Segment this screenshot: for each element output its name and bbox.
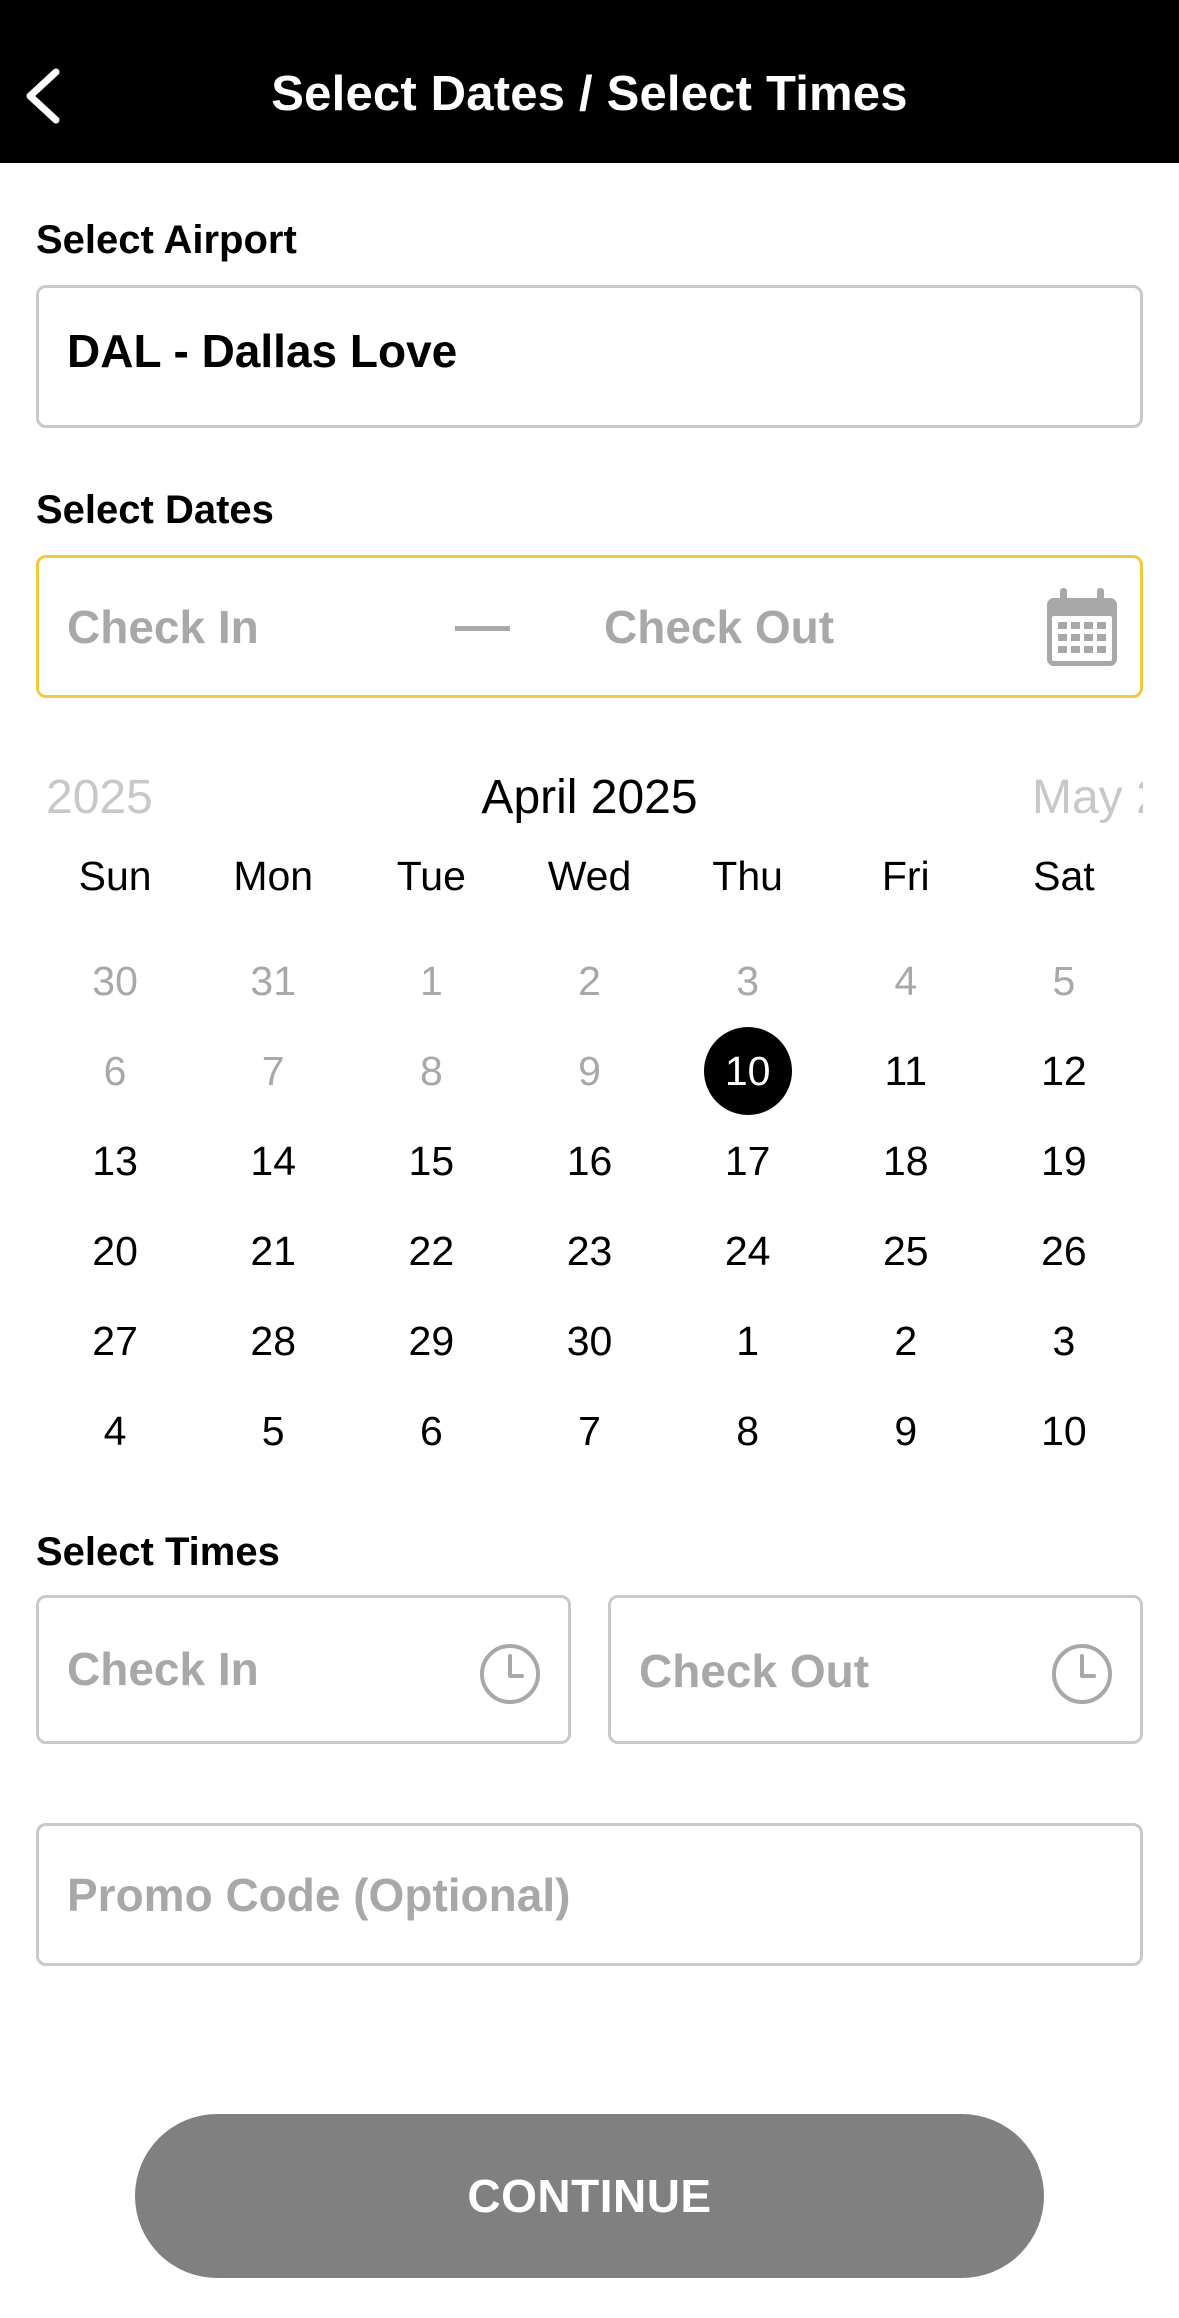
calendar-grid: Sun Mon Tue Wed Thu Fri Sat 30 31 1 2 3 … xyxy=(36,846,1143,1476)
calendar-day[interactable]: 22 xyxy=(352,1206,510,1296)
weekday-label: Wed xyxy=(547,853,632,899)
calendar-day-disabled: 4 xyxy=(894,958,918,1004)
calendar-day-disabled: 6 xyxy=(103,1048,127,1094)
calendar-day[interactable]: 1 xyxy=(669,1296,827,1386)
promo-code-placeholder: Promo Code (Optional) xyxy=(67,1869,571,1921)
calendar-day[interactable]: 26 xyxy=(985,1206,1143,1296)
calendar-day[interactable]: 6 xyxy=(352,1386,510,1476)
calendar-day-disabled: 30 xyxy=(92,958,138,1004)
weekday-label: Fri xyxy=(881,853,930,899)
current-month-title: April 2025 xyxy=(481,771,698,824)
next-month[interactable]: May 2 xyxy=(1032,770,1143,825)
check-out-time-field[interactable]: Check Out xyxy=(608,1595,1143,1744)
calendar-day[interactable]: 15 xyxy=(352,1116,510,1206)
calendar-day[interactable]: 11 xyxy=(827,1026,985,1116)
calendar-day[interactable]: 2 xyxy=(827,1296,985,1386)
check-in-time-field[interactable]: Check In xyxy=(36,1595,571,1744)
calendar-day[interactable]: 13 xyxy=(36,1116,194,1206)
calendar-day[interactable]: 17 xyxy=(669,1116,827,1206)
check-in-time-placeholder: Check In xyxy=(67,1643,259,1695)
calendar-day-disabled: 7 xyxy=(261,1048,285,1094)
calendar-day[interactable]: 4 xyxy=(36,1386,194,1476)
weekday-label: Thu xyxy=(712,853,783,899)
continue-button[interactable]: CONTINUE xyxy=(135,2114,1044,2278)
calendar-week: 20 21 22 23 24 25 26 xyxy=(36,1206,1143,1296)
calendar-day[interactable]: 21 xyxy=(194,1206,352,1296)
weekday-label: Tue xyxy=(396,853,466,899)
calendar-day[interactable]: 16 xyxy=(510,1116,668,1206)
weekday-label: Sat xyxy=(1033,853,1095,899)
calendar-day[interactable]: 3 xyxy=(985,1296,1143,1386)
calendar-day[interactable]: 9 xyxy=(827,1386,985,1476)
calendar-day[interactable]: 30 xyxy=(510,1296,668,1386)
airport-value: DAL - Dallas Love xyxy=(67,325,458,377)
calendar-day[interactable]: 20 xyxy=(36,1206,194,1296)
calendar-day[interactable]: 5 xyxy=(194,1386,352,1476)
promo-code-input[interactable]: Promo Code (Optional) xyxy=(36,1823,1143,1966)
calendar-day[interactable]: 14 xyxy=(194,1116,352,1206)
calendar-day-disabled: 2 xyxy=(578,958,601,1004)
calendar-day[interactable]: 23 xyxy=(510,1206,668,1296)
check-in-date-placeholder: Check In xyxy=(67,601,259,653)
check-out-time-placeholder: Check Out xyxy=(639,1645,870,1697)
top-nav-bar: Select Dates / Select Times xyxy=(0,0,1179,163)
calendar-day[interactable]: 28 xyxy=(194,1296,352,1386)
calendar-day-disabled: 8 xyxy=(419,1048,443,1094)
calendar-week: 13 14 15 16 17 18 19 xyxy=(36,1116,1143,1206)
select-airport-label: Select Airport xyxy=(36,218,297,262)
calendar-day[interactable]: 7 xyxy=(510,1386,668,1476)
clock-icon xyxy=(1052,1644,1112,1704)
page-title: Select Dates / Select Times xyxy=(271,67,908,121)
calendar-day[interactable]: 25 xyxy=(827,1206,985,1296)
weekday-label: Mon xyxy=(233,853,314,899)
select-times-label: Select Times xyxy=(36,1530,280,1574)
date-range-separator xyxy=(455,626,510,631)
month-navigation: h 2025 April 2025 May 2 xyxy=(36,770,1143,840)
calendar-day[interactable]: 19 xyxy=(985,1116,1143,1206)
airport-field[interactable]: DAL - Dallas Love xyxy=(36,285,1143,428)
calendar-day-disabled: 5 xyxy=(1052,958,1076,1004)
calendar-day[interactable]: 18 xyxy=(827,1116,985,1206)
weekday-header-row: Sun Mon Tue Wed Thu Fri Sat xyxy=(36,846,1143,906)
calendar-week: 4 5 6 7 8 9 10 xyxy=(36,1386,1143,1476)
calendar-day[interactable]: 24 xyxy=(669,1206,827,1296)
calendar-day-disabled: 3 xyxy=(736,958,760,1004)
date-range-field[interactable]: Check In Check Out xyxy=(36,555,1143,698)
calendar-day[interactable]: 8 xyxy=(669,1386,827,1476)
calendar-week: 6 7 8 9 10 11 12 xyxy=(36,1026,1143,1116)
calendar-icon xyxy=(1047,588,1117,666)
calendar-day[interactable]: 10 xyxy=(985,1386,1143,1476)
calendar-day[interactable]: 27 xyxy=(36,1296,194,1386)
calendar-week: 30 31 1 2 3 4 5 xyxy=(36,936,1143,1026)
calendar-day-disabled: 1 xyxy=(419,958,443,1004)
clock-icon xyxy=(480,1644,540,1704)
calendar-day-disabled: 31 xyxy=(250,958,297,1004)
check-out-date-placeholder: Check Out xyxy=(604,601,835,653)
calendar-day[interactable]: 29 xyxy=(352,1296,510,1386)
select-dates-label: Select Dates xyxy=(36,488,274,532)
calendar-week: 27 28 29 30 1 2 3 xyxy=(36,1296,1143,1386)
calendar-day-selected[interactable]: 10 xyxy=(669,1026,827,1116)
calendar-day-disabled: 9 xyxy=(578,1048,601,1094)
weekday-label: Sun xyxy=(78,853,152,899)
calendar-day[interactable]: 12 xyxy=(985,1026,1143,1116)
